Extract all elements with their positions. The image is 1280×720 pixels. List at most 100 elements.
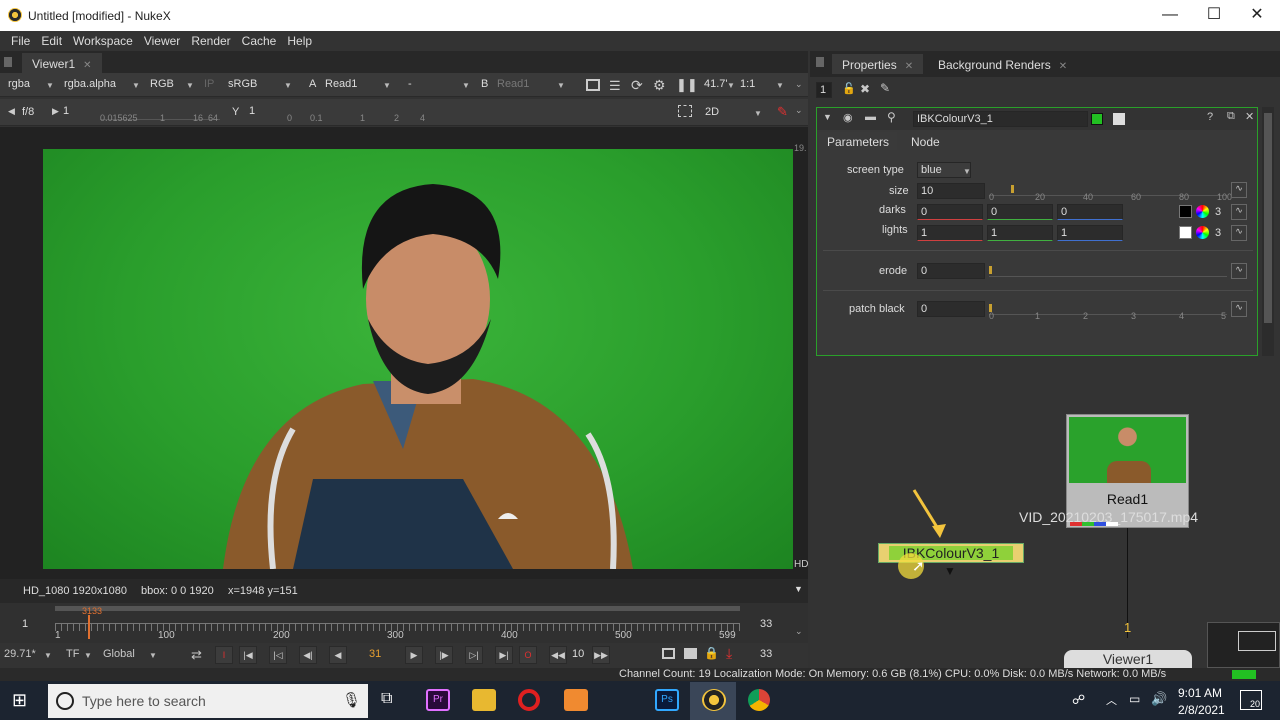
help-icon[interactable]: ?	[1207, 111, 1213, 123]
ip-button[interactable]: IP	[204, 78, 214, 90]
menu-render[interactable]: Render	[191, 31, 230, 48]
maximize-button[interactable]: ☐	[1194, 4, 1234, 26]
more-chevron-icon[interactable]: ⌄	[795, 79, 803, 90]
lights-g-field[interactable]: 1	[987, 225, 1053, 241]
gamma-field[interactable]: 1	[246, 104, 284, 120]
tab-background-renders[interactable]: Background Renders ✕	[928, 54, 1077, 74]
go-start-button[interactable]: |◀	[239, 646, 257, 664]
refresh-icon[interactable]: ⟳	[631, 77, 643, 94]
close-tab-icon[interactable]: ✕	[83, 60, 91, 71]
ratio-dropdown[interactable]: 1:1	[740, 78, 755, 90]
lights-color-wheel-icon[interactable]	[1196, 226, 1209, 239]
darks-g-field[interactable]: 0	[987, 204, 1053, 220]
step-forward-button[interactable]: ▶▶	[592, 646, 610, 664]
file-explorer-icon[interactable]	[472, 689, 496, 711]
node-settings-icon[interactable]: ⚲	[887, 110, 896, 124]
lut-dropdown[interactable]: sRGB	[228, 78, 257, 90]
timeline-range-bar[interactable]	[55, 606, 740, 611]
flipbook-icon[interactable]	[662, 648, 675, 659]
clock-date[interactable]: 2/8/2021	[1178, 703, 1225, 717]
animation-curve-icon[interactable]: ∿	[1231, 204, 1247, 220]
pane-menu-icon[interactable]	[816, 57, 824, 67]
render-icon[interactable]: ⤓	[726, 645, 732, 662]
more-chevron-icon[interactable]: ⌄	[795, 626, 803, 637]
prev-frame-button[interactable]: ◀|	[299, 646, 317, 664]
close-button[interactable]: ✕	[1237, 4, 1277, 26]
properties-scrollbar[interactable]	[1262, 107, 1274, 356]
animation-curve-icon[interactable]: ∿	[1231, 301, 1247, 317]
more-chevron-icon[interactable]: ⌄	[795, 105, 803, 116]
rgb-dropdown[interactable]: RGB	[150, 78, 174, 90]
alpha-dropdown[interactable]: rgba.alpha	[64, 78, 116, 90]
close-panel-icon[interactable]: ✕	[1245, 110, 1254, 123]
show-hidden-icons-icon[interactable]: ︿	[1106, 692, 1117, 708]
compare-dropdown[interactable]: -	[408, 78, 412, 90]
fstop-left-icon[interactable]: ◀	[8, 106, 15, 117]
current-frame-field[interactable]: 31	[369, 648, 381, 660]
pane-menu-icon[interactable]	[4, 57, 12, 67]
darks-color-wheel-icon[interactable]	[1196, 205, 1209, 218]
view-mode-dropdown[interactable]: 2D	[705, 106, 719, 118]
animation-curve-icon[interactable]: ∿	[1231, 182, 1247, 198]
menu-cache[interactable]: Cache	[242, 31, 277, 48]
menu-file[interactable]: File	[11, 31, 30, 48]
next-keyframe-button[interactable]: ▷|	[465, 646, 483, 664]
b-input-dropdown[interactable]: Read1	[497, 78, 529, 90]
patch-black-slider[interactable]	[989, 301, 1227, 315]
premiere-icon[interactable]: Pr	[426, 689, 450, 711]
step-size-field[interactable]: 10	[572, 648, 584, 660]
stack-count-field[interactable]: 1	[816, 82, 832, 98]
taskbar-search-box[interactable]: Type here to search 🎙	[48, 684, 368, 718]
people-icon[interactable]: ☍	[1072, 692, 1085, 708]
close-tab-icon[interactable]: ✕	[1059, 61, 1067, 72]
lights-color-swatch[interactable]	[1179, 226, 1192, 239]
node-color-swatch[interactable]	[1091, 113, 1103, 125]
out-point-button[interactable]: O	[519, 646, 537, 664]
nukex-taskbar-icon[interactable]	[702, 689, 726, 711]
app-icon[interactable]	[564, 689, 588, 711]
menu-workspace[interactable]: Workspace	[73, 31, 133, 48]
list-icon[interactable]: ☰	[609, 78, 621, 94]
size-slider-handle[interactable]	[1011, 185, 1014, 193]
darks-b-field[interactable]: 0	[1057, 204, 1123, 220]
channels-dropdown[interactable]: rgba	[8, 78, 30, 90]
lock-icon[interactable]: 🔓	[842, 82, 856, 95]
info-dropdown-icon[interactable]: ▼	[794, 584, 803, 594]
notification-center-icon[interactable]: 20	[1240, 690, 1262, 710]
erode-slider-handle[interactable]	[989, 266, 992, 274]
darks-r-field[interactable]: 0	[917, 204, 983, 220]
lock-icon[interactable]: 🔒	[704, 646, 719, 660]
tf-dropdown[interactable]: TF	[66, 648, 79, 660]
region-select-icon[interactable]	[678, 105, 692, 117]
darks-channel-count[interactable]: 3	[1215, 206, 1221, 218]
timeline[interactable]: 1 3133 1 100 200 300 400 500 599 33 ⌄	[0, 603, 808, 643]
prev-keyframe-button[interactable]: |◁	[269, 646, 287, 664]
go-end-button[interactable]: ▶|	[495, 646, 513, 664]
viewer-input-icon[interactable]: ▬	[865, 111, 876, 123]
size-slider[interactable]	[989, 182, 1227, 196]
timeline-start[interactable]: 1	[22, 618, 28, 630]
menu-edit[interactable]: Edit	[41, 31, 62, 48]
darks-color-swatch[interactable]	[1179, 205, 1192, 218]
node-tile-color[interactable]	[1113, 113, 1125, 125]
volume-icon[interactable]: 🔊	[1151, 691, 1167, 707]
clock-time[interactable]: 9:01 AM	[1178, 686, 1222, 700]
capture-icon[interactable]	[684, 648, 697, 659]
patch-black-field[interactable]: 0	[917, 301, 985, 317]
lights-channel-count[interactable]: 3	[1215, 227, 1221, 239]
menu-viewer[interactable]: Viewer	[144, 31, 180, 48]
chrome-icon[interactable]	[748, 689, 770, 711]
size-field[interactable]: 10	[917, 183, 985, 199]
fps-field[interactable]: 29.71*	[4, 648, 36, 660]
range-mode-dropdown[interactable]: Global	[103, 648, 135, 660]
end-frame-field[interactable]: 33	[760, 648, 772, 660]
next-frame-button[interactable]: |▶	[435, 646, 453, 664]
network-icon[interactable]: ▭	[1129, 692, 1140, 706]
lights-r-field[interactable]: 1	[917, 225, 983, 241]
menu-help[interactable]: Help	[287, 31, 312, 48]
erode-slider[interactable]	[989, 263, 1227, 277]
gain-field[interactable]: 1	[60, 104, 98, 120]
microphone-icon[interactable]: 🎙	[342, 691, 361, 709]
collapse-icon[interactable]: ▼	[823, 112, 832, 122]
a-input-dropdown[interactable]: Read1	[325, 78, 357, 90]
